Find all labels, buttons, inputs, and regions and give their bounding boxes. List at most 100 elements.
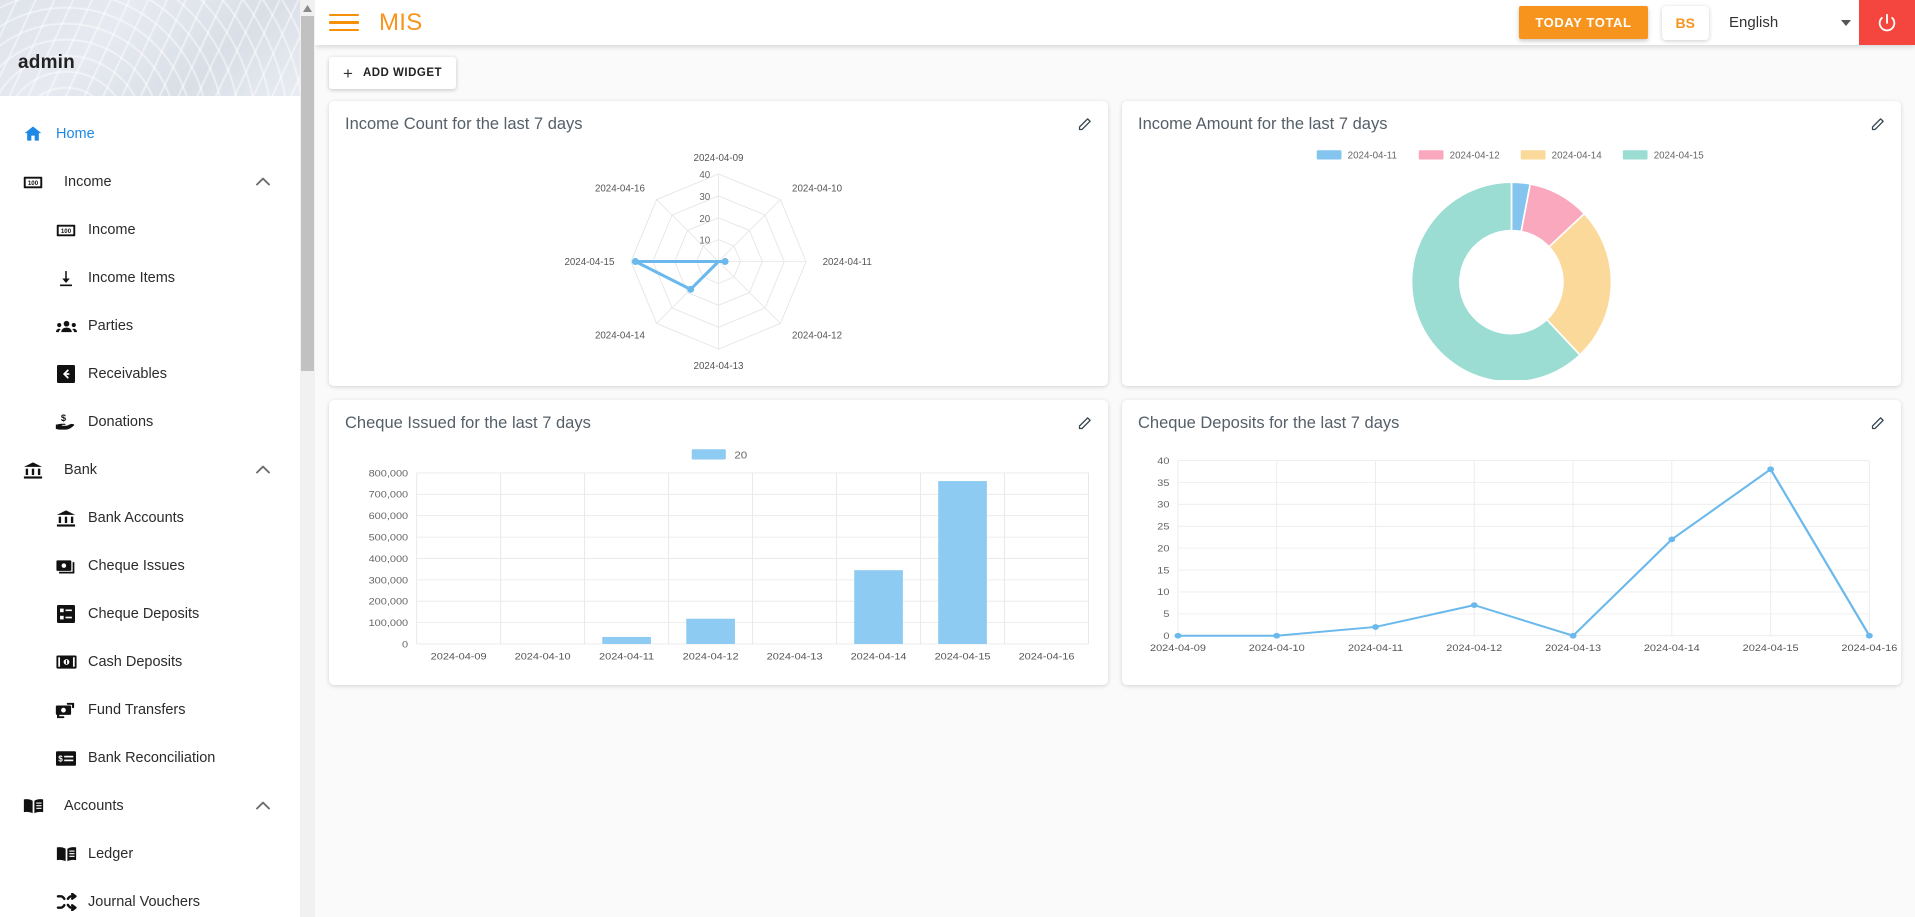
sidebar-item-label: Bank [56,462,97,478]
cash-icon [44,655,88,669]
sidebar-scrollbar[interactable] [300,0,315,917]
svg-text:100: 100 [61,227,72,234]
svg-text:$: $ [58,754,63,763]
sidebar-item-income[interactable]: 100 Income [0,206,300,254]
list-box-icon [44,605,88,623]
plus-icon: + [343,65,353,82]
sidebar-item-cheque-issues[interactable]: Cheque Issues [0,542,300,590]
sidebar-item-donations[interactable]: $Donations [0,398,300,446]
sidebar-item-bank-reconciliation[interactable]: $Bank Reconciliation [0,734,300,782]
book-icon [10,798,56,814]
sidebar-nav: Home100Income100IncomeIncome ItemsPartie… [0,96,300,917]
sidebar-item-cheque-deposits[interactable]: Cheque Deposits [0,590,300,638]
sidebar-header-pattern-arc [0,0,300,96]
language-select[interactable]: English [1729,14,1851,32]
sidebar-item-label: Home [56,126,95,142]
sidebar-item-journal-vouchers[interactable]: Journal Vouchers [0,878,300,917]
hamburger-icon[interactable] [329,12,359,34]
sidebar-item-home[interactable]: Home [0,110,300,158]
svg-text:20: 20 [699,214,710,225]
chevron-up-icon[interactable] [256,173,270,191]
add-widget-label: ADD WIDGET [363,67,442,79]
today-total-button[interactable]: TODAY TOTAL [1519,6,1647,39]
pencil-icon[interactable] [1870,117,1885,137]
svg-text:20: 20 [1157,544,1170,554]
svg-text:100,000: 100,000 [369,619,409,629]
sidebar-item-label: Cheque Issues [88,558,185,574]
chevron-up-icon[interactable] [256,797,270,815]
svg-text:2024-04-12: 2024-04-12 [1446,644,1502,654]
svg-text:2024-04-10: 2024-04-10 [515,652,571,662]
sidebar-item-fund-transfers[interactable]: Fund Transfers [0,686,300,734]
receipt-icon: $ [44,751,88,766]
add-widget-button[interactable]: + ADD WIDGET [329,57,456,89]
sidebar-item-label: Donations [88,414,153,430]
widget-grid: Income Count for the last 7 days 10 20 30 4… [329,101,1901,685]
arrow-left-box-icon [44,365,88,383]
svg-text:200,000: 200,000 [369,597,409,607]
bs-toggle-button[interactable]: BS [1662,6,1709,40]
svg-text:2024-04-15: 2024-04-15 [935,652,991,662]
scroll-up-arrow-icon[interactable] [300,0,315,16]
svg-text:2024-04-16: 2024-04-16 [595,184,645,195]
svg-text:10: 10 [699,236,710,247]
svg-text:800,000: 800,000 [369,469,409,479]
svg-text:20: 20 [734,450,747,461]
donut-chart: 2024-04-112024-04-122024-04-142024-04-15 [1122,143,1901,380]
main-area: MIS TODAY TOTAL BS English + ADD WIDGET … [315,0,1915,917]
sidebar-item-label: Cheque Deposits [88,606,199,622]
widget-title: Income Count for the last 7 days [345,115,1092,134]
pencil-icon[interactable] [1870,416,1885,436]
svg-text:2024-04-12: 2024-04-12 [792,331,842,342]
sidebar-item-label: Income [88,222,136,238]
pencil-icon[interactable] [1077,117,1092,137]
sidebar-item-ledger[interactable]: Ledger [0,830,300,878]
people-icon [44,319,88,334]
svg-text:25: 25 [1157,522,1170,532]
logout-power-button[interactable] [1859,0,1915,45]
widget-income-amount: Income Amount for the last 7 days 2024-0… [1122,101,1901,386]
svg-text:2024-04-12: 2024-04-12 [1450,150,1500,161]
sidebar-item-accounts[interactable]: Accounts [0,782,300,830]
svg-text:2024-04-11: 2024-04-11 [1348,150,1397,161]
bank-icon [44,509,88,528]
sidebar-item-bank-accounts[interactable]: Bank Accounts [0,494,300,542]
svg-text:2024-04-09: 2024-04-09 [431,652,487,662]
bank-icon [10,461,56,480]
sidebar-item-income[interactable]: 100Income [0,158,300,206]
svg-text:2024-04-16: 2024-04-16 [1019,652,1075,662]
language-select-value: English [1729,14,1778,31]
home-icon [10,124,56,144]
bar-chart: 200100,000200,000300,000400,000500,00060… [329,442,1108,679]
svg-text:2024-04-14: 2024-04-14 [595,331,646,342]
sidebar-item-cash-deposits[interactable]: Cash Deposits [0,638,300,686]
sidebar-item-parties[interactable]: Parties [0,302,300,350]
sidebar-item-income-items[interactable]: Income Items [0,254,300,302]
transfer-icon [44,702,88,719]
sidebar-item-label: Accounts [56,798,124,814]
sidebar: admin Home100Income100IncomeIncome Items… [0,0,300,917]
sidebar-item-label: Income [56,174,112,190]
pencil-icon[interactable] [1077,416,1092,436]
sidebar-header: admin [0,0,300,96]
svg-text:2024-04-15: 2024-04-15 [564,257,615,268]
svg-text:40: 40 [699,170,710,181]
sidebar-scrollbar-thumb[interactable] [301,16,314,371]
svg-text:40: 40 [1157,457,1170,467]
sidebar-item-receivables[interactable]: Receivables [0,350,300,398]
svg-text:2024-04-15: 2024-04-15 [1743,644,1799,654]
svg-text:2024-04-13: 2024-04-13 [694,361,744,372]
svg-text:2024-04-10: 2024-04-10 [792,184,843,195]
svg-text:2024-04-15: 2024-04-15 [1654,150,1705,161]
dashboard-content: + ADD WIDGET Income Count for the last 7… [315,45,1915,917]
sidebar-username: admin [18,52,75,74]
svg-text:2024-04-09: 2024-04-09 [1150,644,1206,654]
sidebar-item-bank[interactable]: Bank [0,446,300,494]
svg-text:700,000: 700,000 [369,490,409,500]
svg-text:30: 30 [699,192,710,203]
svg-text:2024-04-10: 2024-04-10 [1249,644,1305,654]
app-title: MIS [379,9,423,37]
svg-text:15: 15 [1157,566,1170,576]
chevron-up-icon[interactable] [256,461,270,479]
svg-text:500,000: 500,000 [369,533,409,543]
